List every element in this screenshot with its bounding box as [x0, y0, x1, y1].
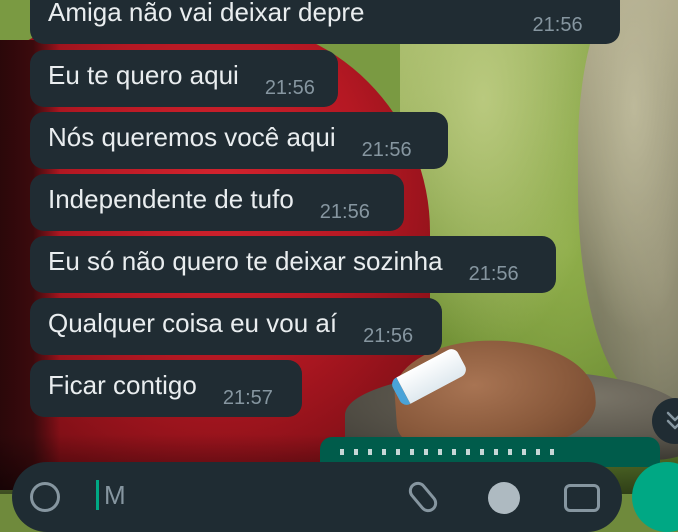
camera-icon[interactable] [564, 484, 600, 512]
message-bubble[interactable]: Nós queremos você aqui 21:56 [30, 112, 448, 169]
emoji-icon[interactable] [30, 482, 60, 512]
message-text: Independente de tufo [48, 183, 294, 214]
message-bubble[interactable]: Amiga não vai deixar depre 21:56 [30, 0, 620, 44]
message-time: 21:56 [468, 263, 519, 285]
message-time: 21:56 [319, 201, 370, 223]
message-bubble[interactable]: Eu só não quero te deixar sozinha 21:56 [30, 236, 556, 293]
message-bubble[interactable]: Ficar contigo 21:57 [30, 360, 302, 417]
message-text: Amiga não vai deixar depre [48, 0, 365, 27]
message-time: 21:56 [361, 139, 412, 161]
message-list[interactable]: Amiga não vai deixar depre 21:56 Eu te q… [0, 0, 678, 494]
message-text: Qualquer coisa eu vou aí [48, 307, 338, 338]
chevron-double-down-icon [666, 411, 678, 430]
message-time: 21:56 [264, 77, 315, 99]
message-time: 21:56 [532, 14, 583, 36]
paperclip-icon[interactable] [405, 478, 441, 516]
payment-icon[interactable] [488, 482, 520, 514]
message-text: Eu só não quero te deixar sozinha [48, 245, 443, 276]
message-text: Eu te quero aqui [48, 59, 239, 90]
message-bubble[interactable]: Eu te quero aqui 21:56 [30, 50, 338, 107]
message-bubble[interactable]: Independente de tufo 21:56 [30, 174, 404, 231]
text-cursor [96, 480, 99, 510]
message-bubble[interactable]: Qualquer coisa eu vou aí 21:56 [30, 298, 442, 355]
clipped-message-text [340, 449, 560, 455]
message-input[interactable]: M [104, 480, 126, 511]
message-composer[interactable]: M [12, 462, 622, 532]
message-time: 21:56 [363, 325, 414, 347]
message-text: Ficar contigo [48, 369, 197, 400]
message-text: Nós queremos você aqui [48, 121, 336, 152]
message-time: 21:57 [222, 387, 273, 409]
